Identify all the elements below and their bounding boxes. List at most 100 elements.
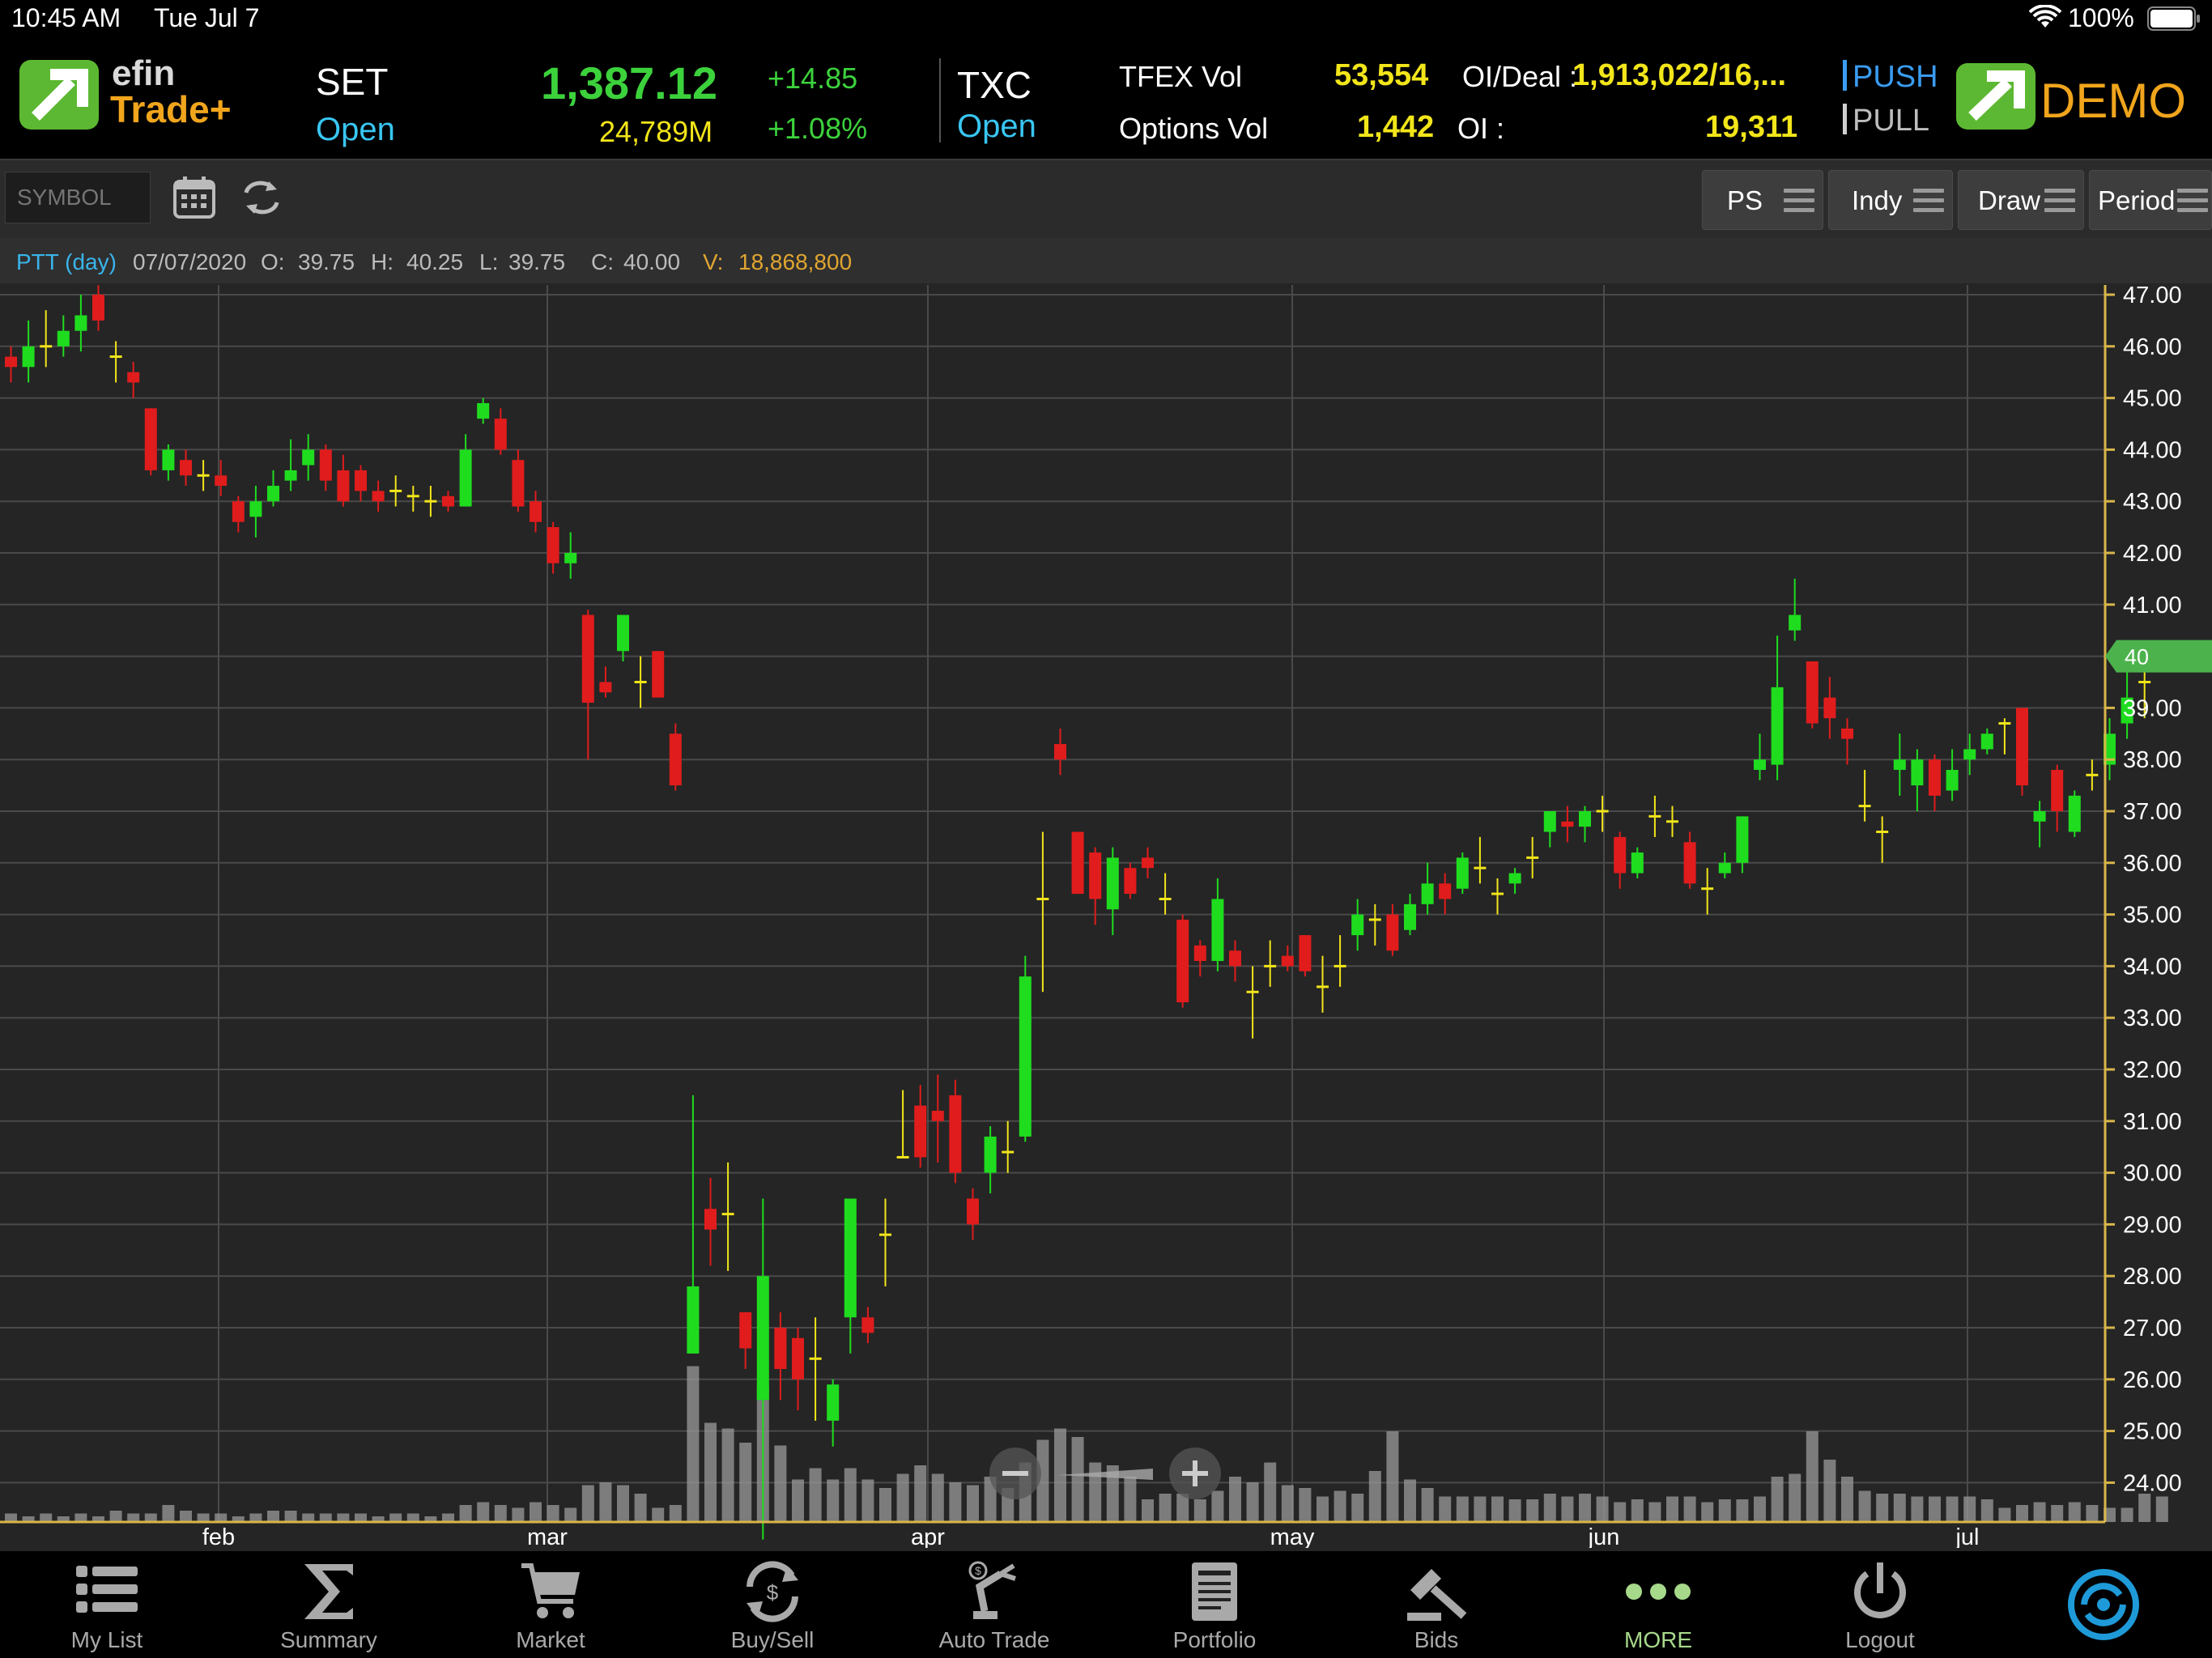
volume-bar [914,1465,927,1522]
oi-value: 19,311 [1705,110,1798,144]
calendar-icon[interactable] [172,175,217,224]
volume-bar [74,1513,87,1522]
pull-button[interactable]: PULL [1853,104,1929,138]
candle-body [1543,811,1556,832]
candle-body [372,491,385,502]
volume-bar [459,1505,472,1522]
candlestick-chart[interactable]: 47.0046.0045.0044.0043.0042.0041.0040.00… [0,285,2212,1548]
candle-body [1946,769,1959,791]
candle [477,397,490,424]
y-tick-label: 25.00 [2123,1419,2182,1445]
zoom-control[interactable] [989,1448,1221,1499]
candle [1754,733,1766,780]
candle [372,480,385,512]
nav-logout[interactable]: Logout [1783,1551,1977,1658]
candle [1980,728,1993,755]
y-tick-label: 44.00 [2123,437,2182,463]
volume-bar [1666,1496,1678,1522]
candle-body [1579,811,1591,827]
volume-bar [1929,1496,1941,1522]
set-status: Open [316,112,395,147]
symbol-input[interactable] [5,172,151,223]
nav-more[interactable]: MORE [1561,1551,1755,1658]
info-open: 39.75 [298,249,355,274]
candle-body [1439,883,1452,899]
volume-bar [896,1473,909,1522]
nav-portfolio[interactable]: Portfolio [1117,1551,1312,1658]
candle [92,285,104,331]
nav-my-list[interactable]: My List [10,1551,204,1658]
battery-icon [2147,6,2201,37]
refresh-icon[interactable] [240,178,283,221]
volume-bar [2121,1507,2133,1522]
volume-bar [861,1479,874,1522]
volume-bar [127,1513,140,1522]
candle [40,310,53,368]
candle-body [494,419,507,450]
candle [1089,847,1102,925]
candle [2051,764,2064,832]
volume-bar [267,1511,279,1522]
candle [827,1379,840,1447]
info-high: 40.25 [406,249,464,274]
y-tick-label: 24.00 [2123,1470,2182,1496]
nav-buy-sell[interactable]: $ Buy/Sell [675,1551,870,1658]
tfex-vol-label: TFEX Vol [1119,60,1243,93]
candle [319,444,332,491]
volume-bar [1351,1494,1364,1522]
candle-body [1718,862,1731,874]
candle [1246,966,1259,1039]
candle [57,315,70,357]
volume-bar [1754,1496,1766,1522]
period-button[interactable]: Period [2089,170,2212,230]
nav-auto-trade[interactable]: $ Auto Trade [897,1551,1091,1658]
indy-button[interactable]: Indy [1828,170,1953,230]
volume-bar [721,1428,734,1522]
volume-bar [564,1507,577,1522]
sigma-icon [304,1564,353,1619]
candle [1386,903,1399,956]
info-volume-label: V: [703,249,724,274]
candle [1124,862,1137,899]
nav-bids[interactable]: Bids [1339,1551,1534,1658]
volume-bar [162,1505,175,1522]
candle [406,486,419,512]
candle-body [477,402,490,419]
candle-body [931,1111,944,1121]
nav-market[interactable]: Market [453,1551,648,1658]
info-close: 40.00 [623,249,681,274]
volume-bar [1771,1477,1784,1522]
y-tick-label: 41.00 [2123,593,2182,619]
draw-button[interactable]: Draw [1958,170,2084,230]
candle-body [442,495,454,507]
candle-body [355,470,367,491]
nav-summary[interactable]: Summary [232,1551,426,1658]
push-button[interactable]: PUSH [1853,60,1938,95]
ps-button[interactable]: PS [1702,170,1823,230]
y-tick-label: 37.00 [2123,799,2182,825]
candle [1299,935,1312,977]
push-bar [1843,60,1847,91]
candle [442,491,454,512]
y-tick-label: 29.00 [2123,1212,2182,1238]
volume-bar [967,1485,979,1522]
candle [1579,806,1591,843]
txc-status: Open [957,108,1036,144]
x-tick-label: mar [527,1524,568,1548]
volume-bar [1543,1494,1556,1522]
candle-body [284,470,297,481]
candle [2068,790,2081,837]
sync-app-icon[interactable] [2066,1567,2141,1646]
volume-bar [1614,1502,1627,1522]
candle-body [617,614,629,652]
volume-bar [1963,1496,1976,1522]
candle [127,361,140,398]
demo-label: DEMO [2040,74,2186,128]
y-tick-label: 27.00 [2123,1316,2182,1341]
candle [581,610,594,760]
volume-bar [669,1505,682,1522]
candle-body [57,330,70,346]
candle [721,1162,734,1271]
oi-deal-label: OI/Deal : [1462,60,1578,93]
x-tick-label: jun [1588,1524,1620,1548]
